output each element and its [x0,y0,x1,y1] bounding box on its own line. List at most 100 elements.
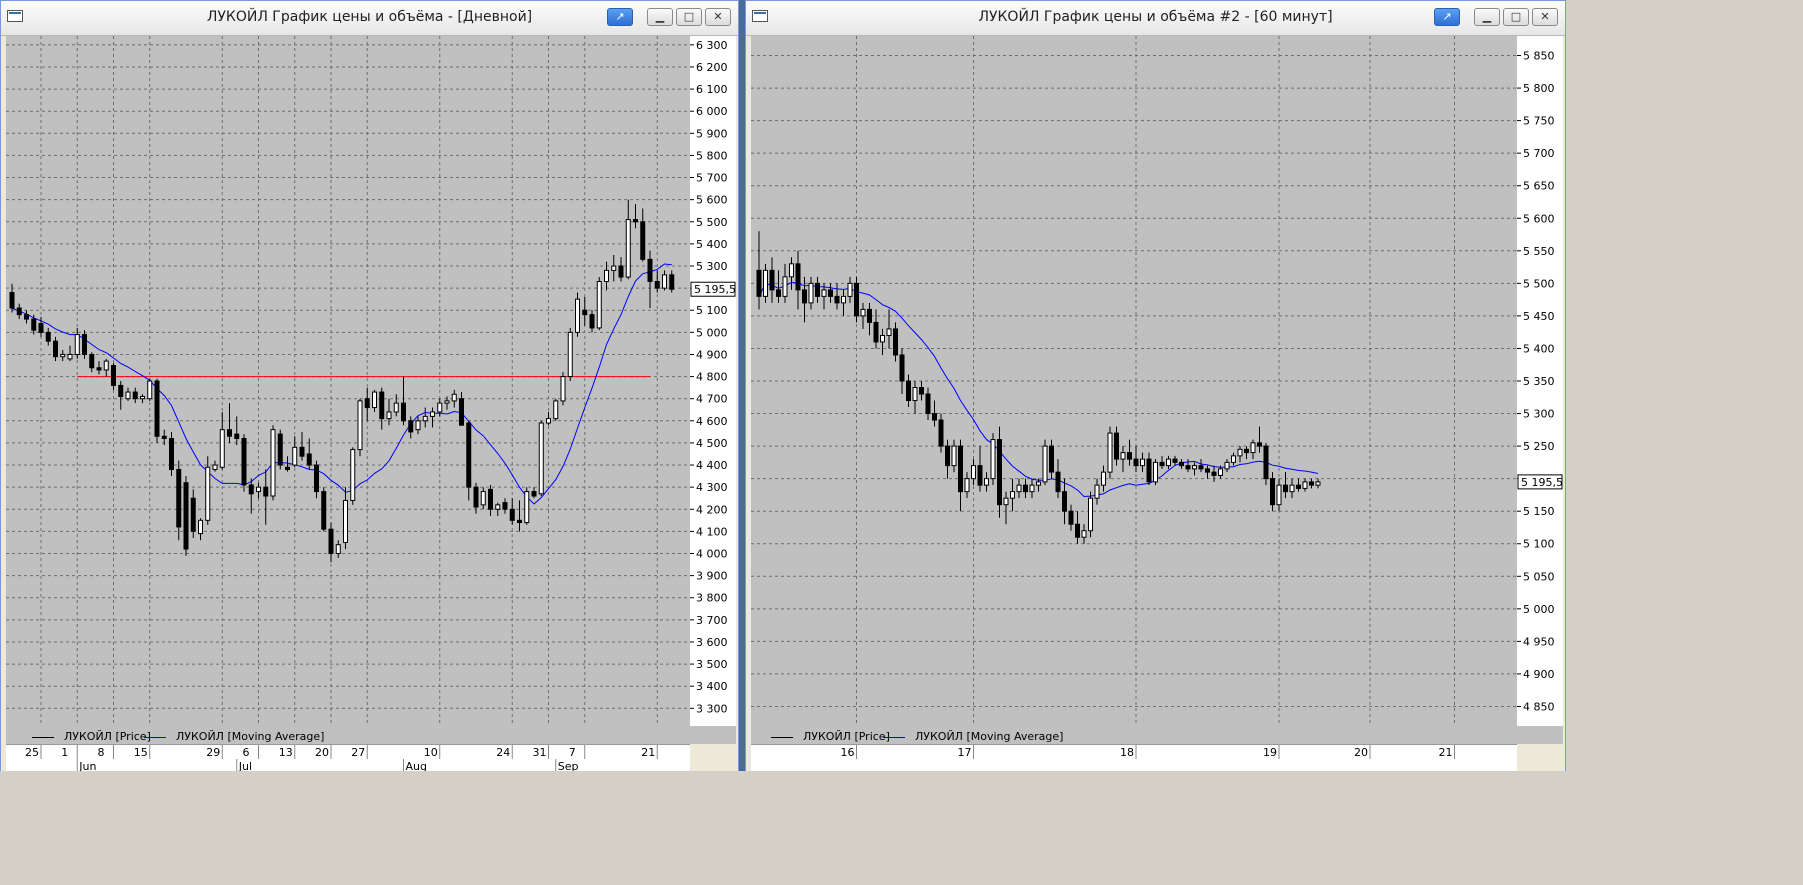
price-axis-labels: 4 8504 9004 9505 0005 0505 1005 1505 200… [1517,50,1563,713]
price-plot-area[interactable] [751,36,1517,726]
maximize-button[interactable]: □ [1503,8,1529,26]
candle-body-down [306,453,312,466]
candle-body-down [1244,448,1249,454]
x-tick-label: 21 [641,746,655,759]
candlestick-chart[interactable] [751,36,1517,726]
candle-body-up [1042,445,1048,483]
candle [285,456,290,472]
candle [1088,491,1093,538]
candle [795,250,801,310]
candle [1257,426,1262,453]
candle-body-up [256,486,261,493]
candle-body-up [1153,461,1158,483]
candle [1166,455,1171,469]
chart-window-daily[interactable]: ЛУКОЙЛ График цены и объёма - [Дневной] … [0,0,739,885]
candle-body-up [343,499,348,543]
candle-body-down [893,328,898,356]
candle-body-up [821,289,827,297]
candle-body-down [1062,491,1067,512]
candle-body-up [1192,465,1197,470]
candle [1211,465,1217,482]
candle [270,425,276,501]
chart-legend: ЛУКОЙЛ [Price] ЛУКОЙЛ [Moving Average] [6,726,736,744]
candle-body-down [96,367,102,371]
candle [1075,511,1080,544]
candle [132,387,138,404]
y-tick-label: 4 600 [696,415,728,428]
maximize-button[interactable]: □ [676,8,702,26]
price-axis[interactable]: 4 8504 9004 9505 0005 0505 1005 1505 200… [1517,36,1563,726]
candle-body-up [1224,461,1230,470]
legend-line-price [32,736,54,738]
y-tick-label: 6 100 [696,83,728,96]
candle-body-down [647,258,653,282]
candle [89,352,95,373]
minimize-button[interactable]: ▁ [1474,8,1500,26]
candle [546,411,551,426]
y-tick-label: 4 100 [696,525,728,538]
candle [451,389,457,408]
candle-body-down [379,391,385,420]
candle [776,270,781,303]
candle [16,303,22,320]
candlestick-chart[interactable] [6,36,690,726]
price-plot-area[interactable] [6,36,690,726]
candle [654,270,660,293]
legend-line-price [771,736,793,738]
candle [951,439,957,473]
candle-body-up [198,519,203,535]
candle-body-up [1107,432,1113,473]
candle [625,199,631,280]
link-icon[interactable]: ↗ [607,8,633,26]
y-tick-label: 5 000 [696,326,728,339]
candle-body-down [45,331,51,342]
candle [1309,478,1314,489]
candle [899,348,905,395]
candle [277,429,283,470]
candle [1172,455,1178,466]
y-tick-label: 4 400 [696,459,728,472]
price-axis[interactable]: 3 300 3 400 3 500 3 600 3 700 3 800 3 900 4 000… [690,36,736,726]
close-button[interactable]: ✕ [1532,8,1558,26]
y-tick-label: 5 350 [1523,375,1555,388]
chart-window-60min[interactable]: ЛУКОЙЛ График цены и объёма #2 - [60 мин… [745,0,1566,885]
candle [111,363,116,390]
candle [321,487,327,532]
candle-body-up [984,478,989,486]
candle-body-down [111,365,116,386]
candle [1068,504,1074,531]
chart-legend: ЛУКОЙЛ [Price] ЛУКОЙЛ [Moving Average] [751,726,1563,744]
candle [60,350,66,362]
candle [147,378,153,401]
link-icon[interactable]: ↗ [1434,8,1460,26]
x-tick-label: 27 [351,746,365,759]
minimize-button[interactable]: ▁ [647,8,673,26]
candle-body-up [103,360,109,371]
y-tick-label: 5 000 [1523,603,1555,616]
candle-body-down [776,289,781,297]
candle-body-up [393,402,399,413]
candle [343,487,348,550]
candle-body-down [938,419,944,447]
y-tick-label: 5 150 [1523,505,1555,518]
candle-body-down [517,519,522,524]
x-tick-label: 29 [206,746,220,759]
candle-body-up [386,411,392,420]
time-axis[interactable]: 16 17 18 19 20 21 [751,744,1517,773]
window-titlebar[interactable]: ЛУКОЙЛ График цены и объёма - [Дневной] … [1,1,738,36]
time-axis[interactable]: 25 1 8 15 29 6 13 20 27 10 24 31 7 21 Jun Jul Aug Sep [6,744,690,773]
candle-body-down [53,340,58,358]
candle [596,277,602,331]
close-button[interactable]: ✕ [705,8,731,26]
candle-body-down [9,292,15,309]
candle-body-up [140,395,145,400]
window-titlebar[interactable]: ЛУКОЙЛ График цены и объёма #2 - [60 мин… [746,1,1565,36]
candle-body-down [1205,468,1210,473]
candle [248,478,254,514]
legend-line-moving-average [883,736,905,738]
candle [1270,472,1275,512]
y-tick-label: 5 550 [1523,245,1555,258]
candle-body-up [886,328,892,336]
candle [401,376,406,426]
candle [393,394,399,417]
